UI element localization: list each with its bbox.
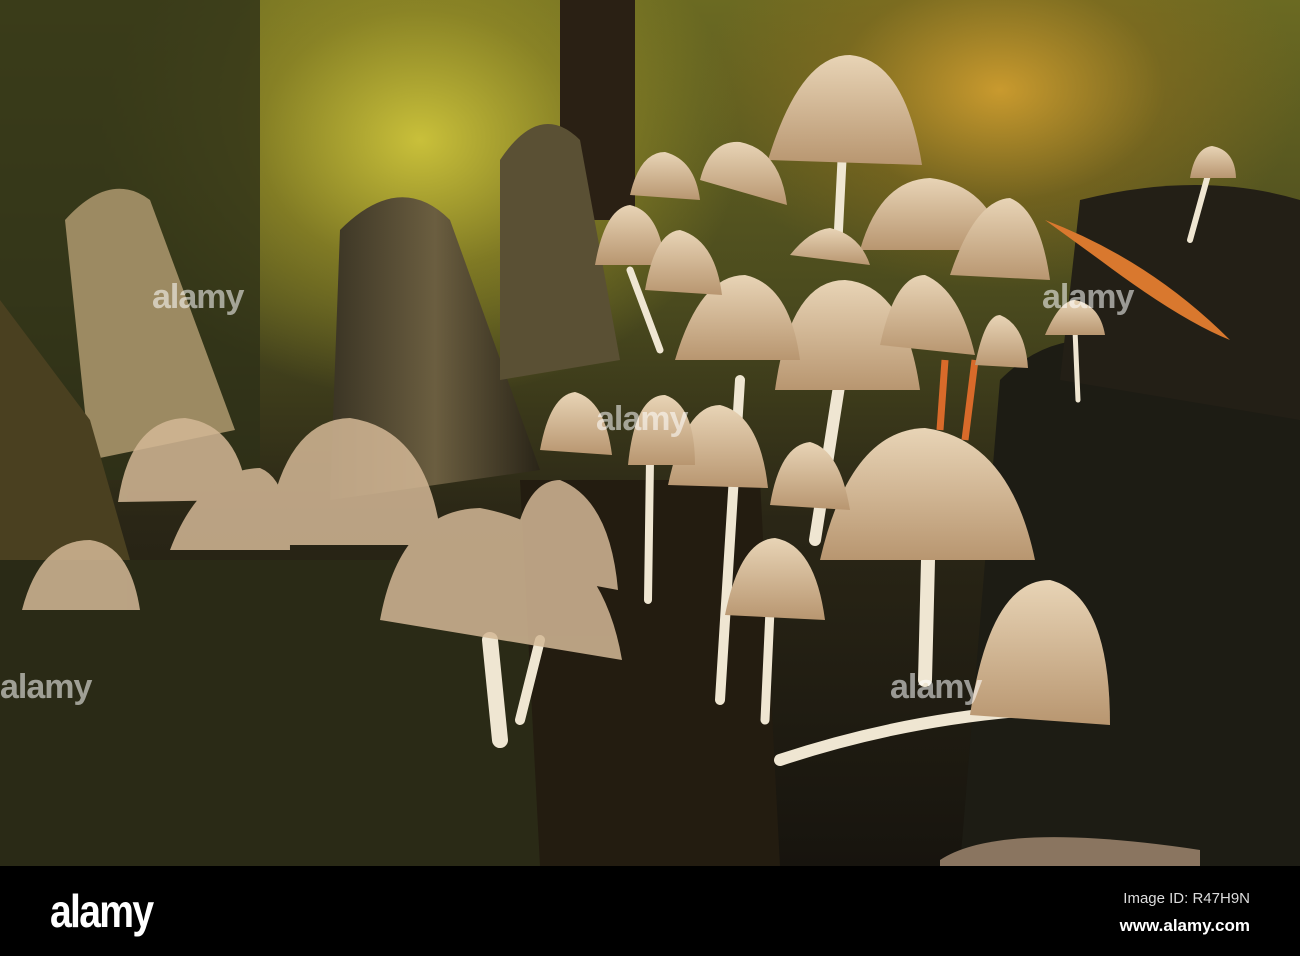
watermark: alamy <box>890 668 982 706</box>
watermark: alamy <box>1042 278 1134 316</box>
watermark: alamy <box>596 400 688 438</box>
watermark: alamy <box>0 668 92 706</box>
alamy-logo: alamy <box>50 885 154 937</box>
watermark: alamy <box>152 278 244 316</box>
footer-bar: alamy Image ID: R47H9N www.alamy.com <box>0 866 1300 956</box>
orange-stems <box>936 359 979 441</box>
image-id: Image ID: R47H9N <box>1123 890 1250 907</box>
site-url: www.alamy.com <box>1119 916 1250 935</box>
mushroom-photo: alamy alamy alamy alamy alamy <box>0 0 1300 866</box>
